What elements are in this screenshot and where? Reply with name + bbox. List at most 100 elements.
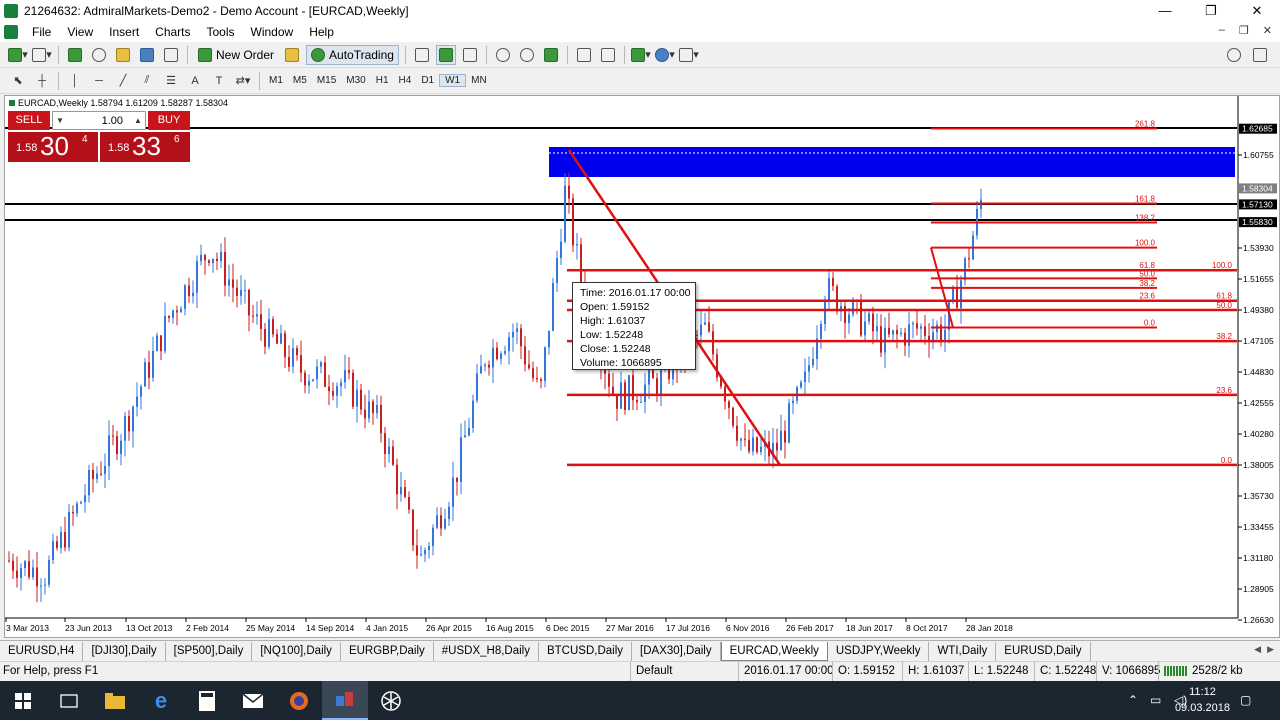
taskbar-edge[interactable]: e <box>138 681 184 720</box>
tab-eurusd-daily[interactable]: EURUSD,Daily <box>996 641 1091 661</box>
taskbar-mail[interactable] <box>230 681 276 720</box>
data-window-button[interactable] <box>89 45 109 65</box>
tab-scroll-left-icon[interactable]: ◀ <box>1254 644 1261 655</box>
minimize-button[interactable]: — <box>1142 0 1188 22</box>
search-button[interactable] <box>1224 45 1244 65</box>
horizontal-line-button[interactable]: ─ <box>89 71 109 91</box>
timeframe-m5[interactable]: M5 <box>288 75 312 86</box>
line-chart-button[interactable] <box>460 45 480 65</box>
timeframe-mn[interactable]: MN <box>466 75 492 86</box>
menu-tools[interactable]: Tools <box>199 25 243 39</box>
tab-btcusd-daily[interactable]: BTCUSD,Daily <box>539 641 633 661</box>
close-button[interactable]: ✕ <box>1234 0 1280 22</box>
candle-body <box>748 439 750 452</box>
chart-shift-button[interactable] <box>598 45 618 65</box>
new-chart-button[interactable]: ▾ <box>8 45 28 65</box>
tab-usdx-h8-daily[interactable]: #USDX_H8,Daily <box>434 641 539 661</box>
sell-price[interactable]: 1.58 30 4 <box>8 131 98 162</box>
tab-wti-daily[interactable]: WTI,Daily <box>929 641 997 661</box>
tab-eurusd-h4[interactable]: EURUSD,H4 <box>0 641 84 661</box>
timeframe-h1[interactable]: H1 <box>371 75 394 86</box>
clock[interactable]: 11:12 09.03.2018 <box>1175 684 1230 716</box>
tab-nq100-daily[interactable]: [NQ100],Daily <box>252 641 341 661</box>
lot-size-value[interactable]: 1.00 <box>67 115 131 127</box>
new-order-button[interactable]: New Order <box>194 45 278 65</box>
lot-dropdown-icon[interactable]: ▼ <box>53 116 67 125</box>
bar-chart-button[interactable] <box>412 45 432 65</box>
autoscroll-button[interactable] <box>574 45 594 65</box>
candle-body <box>572 198 574 246</box>
timeframe-m1[interactable]: M1 <box>264 75 288 86</box>
candle-body <box>652 370 654 379</box>
autotrading-button[interactable]: AutoTrading <box>306 44 399 65</box>
menu-insert[interactable]: Insert <box>101 25 147 39</box>
menu-help[interactable]: Help <box>301 25 342 39</box>
tray-expand-icon[interactable]: ⌃ <box>1128 693 1138 707</box>
tab-dax30-daily[interactable]: [DAX30],Daily <box>632 641 721 661</box>
candle-body <box>784 430 786 443</box>
chat-button[interactable] <box>1250 45 1270 65</box>
tile-windows-button[interactable] <box>541 45 561 65</box>
text-label-button[interactable]: T <box>209 71 229 91</box>
text-button[interactable]: A <box>185 71 205 91</box>
tab-scroll-right-icon[interactable]: ▶ <box>1267 644 1274 655</box>
lot-size-field[interactable]: ▼ 1.00 ▲ <box>52 111 146 130</box>
taskbar-calculator[interactable] <box>184 681 230 720</box>
lot-up-icon[interactable]: ▲ <box>131 116 145 125</box>
tab-sp500-daily[interactable]: [SP500],Daily <box>166 641 253 661</box>
date-axis-label: 27 Mar 2016 <box>606 623 654 633</box>
terminal-button[interactable] <box>137 45 157 65</box>
candlesticks-button[interactable] <box>435 44 456 65</box>
profiles-button[interactable]: ▾ <box>32 45 52 65</box>
sell-button[interactable]: SELL <box>8 111 50 130</box>
timeframe-m30[interactable]: M30 <box>341 75 370 86</box>
vertical-line-button[interactable]: │ <box>65 71 85 91</box>
buy-price[interactable]: 1.58 33 6 <box>100 131 190 162</box>
strategy-tester-button[interactable] <box>161 45 181 65</box>
tab-usdjpy-weekly[interactable]: USDJPY,Weekly <box>828 641 930 661</box>
chart-window[interactable]: 100.0 61.8 50.0 38.2 23.6 0.0 261.8 161.8 138.2 1… <box>4 95 1280 638</box>
menu-window[interactable]: Window <box>243 25 302 39</box>
menu-file[interactable]: File <box>24 25 59 39</box>
cursor-button[interactable]: ⬉ <box>8 71 28 91</box>
timeframe-h4[interactable]: H4 <box>394 75 417 86</box>
zoom-out-button[interactable] <box>517 45 537 65</box>
periods-button[interactable]: ▾ <box>655 45 675 65</box>
new-order-icon <box>198 47 212 62</box>
taskbar-app[interactable] <box>368 681 414 720</box>
taskbar-metatrader[interactable] <box>322 681 368 720</box>
start-button[interactable] <box>0 681 46 720</box>
buy-button[interactable]: BUY <box>148 111 190 130</box>
fibonacci-button[interactable]: ☰ <box>161 71 181 91</box>
templates-button[interactable]: ▾ <box>679 45 699 65</box>
navigator-button[interactable] <box>113 45 133 65</box>
zoom-in-button[interactable] <box>493 45 513 65</box>
tab-eurgbp-daily[interactable]: EURGBP,Daily <box>341 641 434 661</box>
taskbar-firefox[interactable] <box>276 681 322 720</box>
network-icon[interactable]: ▭ <box>1150 693 1161 707</box>
crosshair-button[interactable]: ┼ <box>32 71 52 91</box>
tab-eurcad-weekly[interactable]: EURCAD,Weekly <box>720 641 828 661</box>
equidistant-channel-button[interactable]: ⫽ <box>137 71 157 91</box>
task-view-button[interactable] <box>46 681 92 720</box>
timeframe-d1[interactable]: D1 <box>416 75 439 86</box>
metaeditor-button[interactable] <box>282 45 302 65</box>
candle-body <box>100 473 102 475</box>
taskbar-explorer[interactable] <box>92 681 138 720</box>
candle-body <box>444 518 446 529</box>
trendline-button[interactable]: ╱ <box>113 71 133 91</box>
timeframe-m15[interactable]: M15 <box>312 75 341 86</box>
chart-close-button[interactable]: ✕ <box>1263 24 1272 37</box>
menu-view[interactable]: View <box>59 25 101 39</box>
menu-charts[interactable]: Charts <box>147 25 198 39</box>
chart-restore-button[interactable]: ❐ <box>1239 24 1249 37</box>
candle-body <box>372 401 374 414</box>
arrows-button[interactable]: ⇄ ▾ <box>233 71 253 91</box>
chart-minimize-button[interactable]: – <box>1219 24 1225 37</box>
market-watch-button[interactable] <box>65 45 85 65</box>
indicators-button[interactable]: ▾ <box>631 45 651 65</box>
timeframe-w1[interactable]: W1 <box>439 74 467 87</box>
maximize-button[interactable]: ❐ <box>1188 0 1234 22</box>
notifications-icon[interactable]: ▢ <box>1240 693 1251 707</box>
tab-dji30-daily[interactable]: [DJI30],Daily <box>83 641 166 661</box>
